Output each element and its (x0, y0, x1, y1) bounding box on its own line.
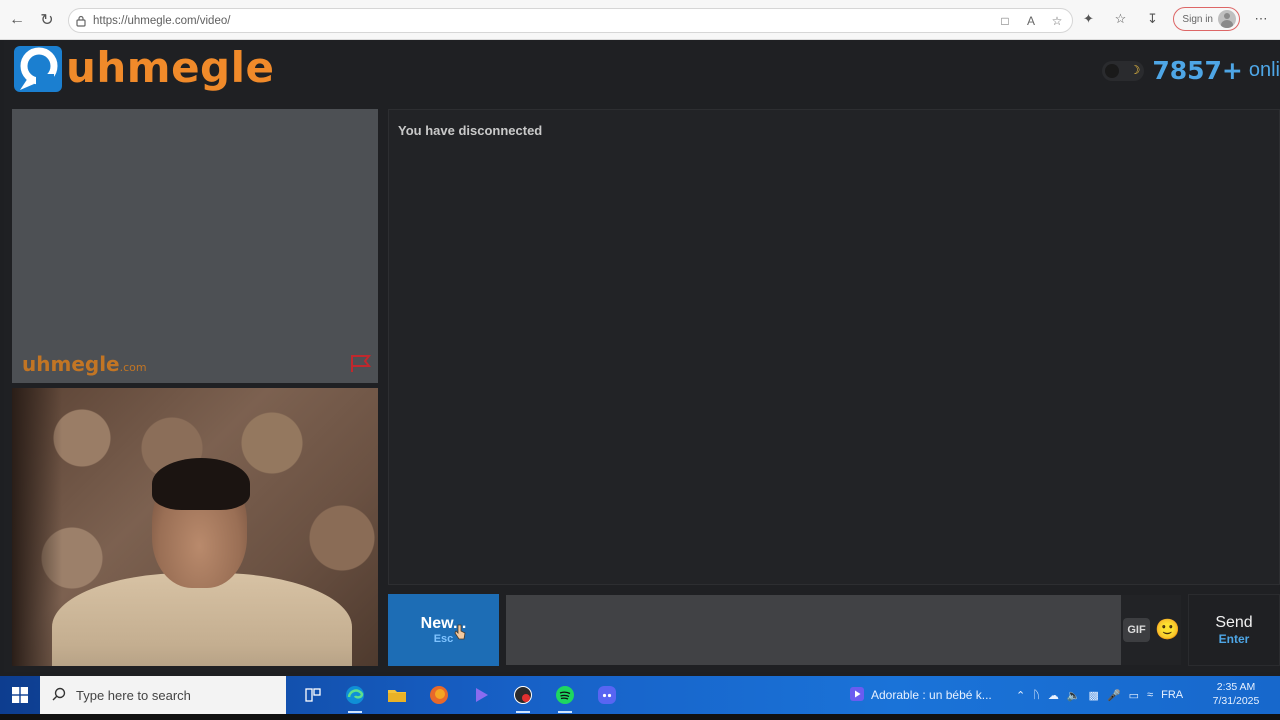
downloads-icon[interactable]: ↧ (1141, 8, 1163, 30)
gif-button[interactable]: GIF (1123, 618, 1150, 642)
microphone-icon[interactable]: 🎤 (1107, 689, 1121, 702)
message-input[interactable] (506, 595, 1121, 665)
logo-mark-icon (14, 44, 64, 92)
meet-now-icon[interactable]: ▩ (1089, 689, 1099, 702)
media-play-icon (850, 686, 864, 704)
firefox-icon[interactable] (426, 682, 452, 708)
taskbar-search[interactable]: Type here to search (40, 676, 286, 714)
page: uhmegle ☽ 7857+ onli uhmegle.com You hav… (4, 40, 1280, 672)
media-title: Adorable : un bébé k... (871, 688, 992, 702)
extensions-icon[interactable]: ✦ (1077, 8, 1099, 30)
refresh-icon[interactable]: ↻ (32, 5, 62, 35)
avatar (1218, 10, 1236, 28)
send-button[interactable]: Send Enter (1188, 594, 1280, 666)
clock-time: 2:35 AM (1216, 681, 1256, 693)
toggle-knob (1105, 63, 1120, 78)
moon-icon: ☽ (1129, 62, 1141, 77)
message-extras: GIF 🙂 (1121, 595, 1181, 665)
esc-shortcut-label: Esc (433, 632, 454, 645)
taskbar-clock[interactable]: 2:35 AM 7/31/2025 (1208, 680, 1264, 708)
speaker-icon[interactable]: 🔈 (1067, 689, 1081, 702)
new-chat-button[interactable]: New... Esc (388, 594, 499, 666)
bluetooth-icon[interactable]: ᚢ (1033, 689, 1040, 701)
online-indicator: ☽ 7857+ onli (1102, 56, 1280, 85)
send-label: Send (1215, 614, 1253, 632)
system-tray: ⌃ ᚢ ☁ 🔈 ▩ 🎤 ▭ ≈ FRA (1016, 676, 1183, 714)
discord-icon[interactable] (594, 682, 620, 708)
dark-mode-toggle[interactable]: ☽ (1102, 60, 1145, 81)
favorite-star-icon[interactable]: ☆ (1048, 12, 1066, 30)
watermark-suffix: .com (119, 361, 147, 374)
file-explorer-icon[interactable] (384, 682, 410, 708)
taskbar-apps (300, 682, 620, 713)
lock-icon[interactable] (69, 15, 93, 27)
enter-shortcut-label: Enter (1218, 631, 1250, 646)
favorites-icon[interactable]: ☆ (1109, 8, 1131, 30)
search-placeholder: Type here to search (76, 687, 191, 703)
emoji-icon[interactable]: 🙂 (1155, 620, 1180, 640)
screen-recorder-icon[interactable] (510, 682, 536, 713)
windows-taskbar: Type here to search Adorable : un bébé k… (0, 676, 1280, 714)
back-icon[interactable]: ← (2, 5, 32, 35)
address-bar[interactable]: https://uhmegle.com/video/ □ A ☆ (68, 8, 1073, 33)
task-view-icon[interactable] (300, 682, 326, 708)
edge-browser-icon[interactable] (342, 682, 368, 713)
watermark-text: uhmegle (22, 352, 120, 376)
online-label: onli (1248, 59, 1280, 81)
sign-in-button[interactable]: Sign in (1173, 7, 1240, 31)
chat-log: You have disconnected (388, 109, 1280, 585)
logo-text: uhmegle (66, 43, 275, 92)
person-hair (152, 458, 250, 510)
windows-start-icon[interactable] (0, 676, 40, 714)
read-aloud-icon[interactable]: A (1022, 12, 1040, 30)
status-message: You have disconnected (398, 123, 543, 138)
video-editor-icon[interactable] (468, 682, 494, 708)
language-indicator[interactable]: FRA (1161, 689, 1183, 701)
browser-toolbar: ← ↻ https://uhmegle.com/video/ □ A ☆ ✦ ☆… (0, 0, 1280, 40)
clock-date: 7/31/2025 (1212, 695, 1260, 707)
battery-icon[interactable]: ▭ (1129, 689, 1139, 702)
wifi-icon[interactable]: ≈ (1147, 689, 1153, 701)
more-menu-icon[interactable]: ⋯ (1250, 8, 1272, 30)
url-text[interactable]: https://uhmegle.com/video/ (93, 15, 230, 27)
online-count: 7857+ (1152, 56, 1243, 85)
video-watermark: uhmegle.com (22, 352, 147, 376)
chevron-up-icon[interactable]: ⌃ (1016, 689, 1025, 702)
sign-in-label: Sign in (1182, 13, 1213, 25)
self-video (12, 388, 378, 666)
camera-icon[interactable]: □ (996, 12, 1014, 30)
report-flag-icon[interactable] (350, 353, 372, 373)
spotify-icon[interactable] (552, 682, 578, 713)
stranger-video: uhmegle.com (12, 109, 378, 383)
media-ticker[interactable]: Adorable : un bébé k... (850, 676, 992, 714)
search-icon (52, 687, 66, 704)
site-logo[interactable]: uhmegle (14, 44, 275, 92)
cloud-icon[interactable]: ☁ (1048, 689, 1059, 702)
hand-cursor-icon (454, 624, 466, 640)
